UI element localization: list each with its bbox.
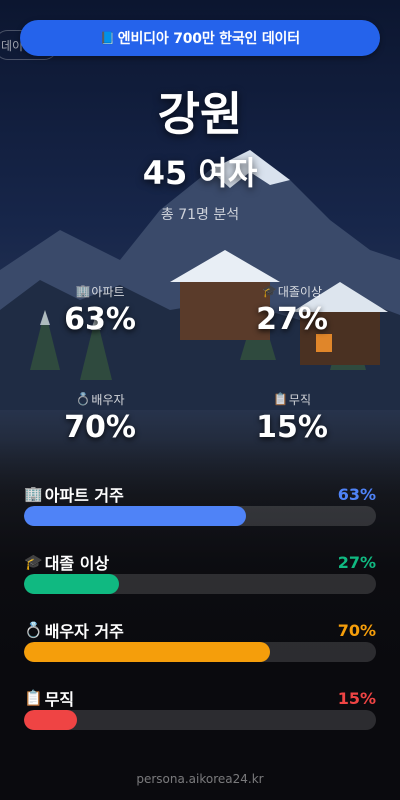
graduation-cap-icon: 🎓 xyxy=(261,284,277,298)
stat-label: 무직 xyxy=(288,392,312,407)
stat-value: 70% xyxy=(64,410,136,445)
bar-fill xyxy=(24,642,271,662)
stat-value: 15% xyxy=(256,410,328,445)
bar-row-apartment: 🏢 아파트 거주 63% xyxy=(24,484,376,552)
ring-icon: 💍 xyxy=(75,392,91,406)
bar-row-spouse: 💍 배우자 거주 70% xyxy=(24,620,376,688)
building-icon: 🏢 xyxy=(24,485,43,503)
bar-label: 무직 xyxy=(44,690,75,709)
footer-site-link[interactable]: persona.aikorea24.kr xyxy=(0,772,400,786)
banner-text: 엔비디아 700만 한국인 데이터 xyxy=(117,31,300,47)
bar-fill xyxy=(24,506,246,526)
building-icon: 🏢 xyxy=(75,284,91,298)
bar-value: 27% xyxy=(337,552,376,572)
clipboard-icon: 📋 xyxy=(24,689,43,707)
stat-card-apartment: 🏢 아파트 63% xyxy=(8,282,192,372)
bar-track xyxy=(24,642,376,662)
bar-fill xyxy=(24,710,77,730)
stat-label: 아파트 xyxy=(91,284,125,299)
sample-size-note: 총 71명 분석 xyxy=(160,207,240,223)
clipboard-icon: 📋 xyxy=(272,392,288,406)
region-title: 강원 xyxy=(157,87,243,141)
top-banner[interactable]: 📘 엔비디아 700만 한국인 데이터 xyxy=(20,20,380,56)
stat-card-unemployed: 📋 무직 15% xyxy=(200,390,384,480)
stat-value: 63% xyxy=(64,302,136,337)
bar-value: 70% xyxy=(337,620,376,640)
stat-bars: 🏢 아파트 거주 63% 🎓 대졸 이상 27% 💍 배우자 거주 70% 📋 … xyxy=(24,484,376,756)
bar-label: 배우자 거주 xyxy=(44,622,124,641)
bar-value: 15% xyxy=(337,688,376,708)
bar-track xyxy=(24,506,376,526)
persona-title: 45 여자 xyxy=(142,154,258,192)
stat-value: 27% xyxy=(256,302,328,337)
bar-label: 아파트 거주 xyxy=(44,486,124,505)
bar-row-unemployed: 📋 무직 15% xyxy=(24,688,376,756)
stat-card-spouse: 💍 배우자 70% xyxy=(8,390,192,480)
ring-icon: 💍 xyxy=(24,621,43,639)
stat-label: 배우자 xyxy=(91,392,125,407)
bar-row-college: 🎓 대졸 이상 27% xyxy=(24,552,376,620)
bar-label: 대졸 이상 xyxy=(44,554,110,573)
bar-value: 63% xyxy=(337,484,376,504)
graduation-cap-icon: 🎓 xyxy=(24,553,43,571)
bar-track xyxy=(24,710,376,730)
stat-label: 대졸이상 xyxy=(277,284,323,299)
bar-track xyxy=(24,574,376,594)
bar-fill xyxy=(24,574,120,594)
book-icon: 📘 xyxy=(100,31,115,45)
stat-card-college: 🎓 대졸이상 27% xyxy=(200,282,384,372)
